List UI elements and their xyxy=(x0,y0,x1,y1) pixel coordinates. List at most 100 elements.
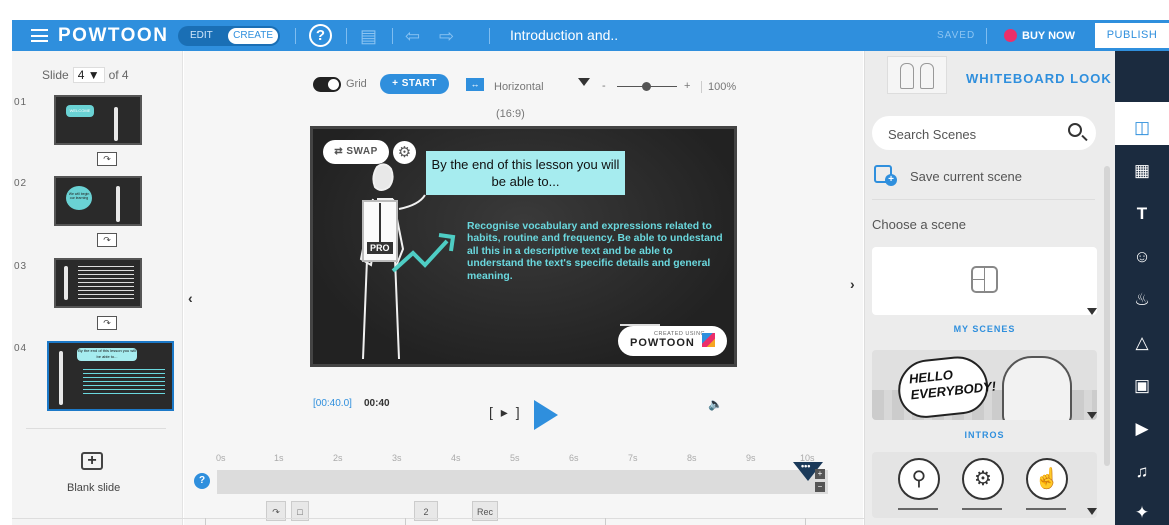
look-selector[interactable]: WHITEBOARD LOOK xyxy=(966,71,1112,86)
undo-icon[interactable]: ⇦ xyxy=(405,26,420,47)
chevron-down-icon[interactable] xyxy=(1087,508,1097,515)
timeline-help-icon[interactable]: ? xyxy=(194,473,210,489)
thumb-text-lines xyxy=(83,369,165,397)
publish-button[interactable]: PUBLISH xyxy=(1095,23,1169,48)
video-icon[interactable]: ▶ xyxy=(1132,419,1152,439)
tick-label: 1s xyxy=(274,453,284,463)
choose-scene-heading: Choose a scene xyxy=(872,217,966,232)
scenes-scrollbar[interactable] xyxy=(1104,166,1110,466)
zoom-in-button[interactable]: + xyxy=(684,80,690,92)
grid-label: Grid xyxy=(346,78,367,90)
grid-toggle[interactable] xyxy=(313,77,341,92)
chevron-down-icon[interactable] xyxy=(1087,308,1097,315)
intros-card[interactable]: HELLO EVERYBODY! xyxy=(872,350,1097,420)
look-thumbnail[interactable] xyxy=(887,56,947,94)
zoom-out-button[interactable]: - xyxy=(602,80,606,92)
divider xyxy=(392,28,393,44)
playhead-menu-icon[interactable]: ••• xyxy=(801,461,810,471)
slide-body-text[interactable]: Recognise vocabulary and expressions rel… xyxy=(467,221,725,283)
save-scene-icon[interactable] xyxy=(874,165,897,186)
slide-label: Slide xyxy=(42,68,69,82)
buy-now-label: BUY NOW xyxy=(1022,30,1075,42)
divider xyxy=(489,28,490,44)
powtoon-flag-icon xyxy=(702,333,715,347)
collapse-right-icon[interactable]: › xyxy=(850,276,855,292)
play-scene-button[interactable]: [ ▸ ] xyxy=(489,404,522,421)
props-icon[interactable]: ♨ xyxy=(1132,290,1152,310)
help-icon[interactable]: ? xyxy=(309,24,332,47)
timeline-zoom-out-button[interactable]: − xyxy=(815,482,825,492)
aspect-ratio: (16:9) xyxy=(496,108,525,120)
slide-select[interactable]: 4 ▼ xyxy=(72,67,105,83)
orientation-icon[interactable]: ↔ xyxy=(466,78,484,91)
divider xyxy=(872,199,1095,200)
gear-icon: ⚙ xyxy=(962,458,1004,500)
timeline-zoom-in-button[interactable]: + xyxy=(815,469,825,479)
scenes-icon[interactable]: ◫ xyxy=(1132,118,1152,138)
my-scenes-icon xyxy=(971,266,998,293)
tick-label: 3s xyxy=(392,453,402,463)
thumb-character xyxy=(116,186,120,222)
slides-panel: Slide 4 ▼ of 4 01 WELCOME ↷ 02 We will beg… xyxy=(12,51,183,525)
divider xyxy=(405,518,406,525)
insert-slide-button[interactable]: ↷ xyxy=(97,233,117,247)
create-mode-button[interactable]: CREATE xyxy=(228,28,278,44)
orientation-label[interactable]: Horizontal xyxy=(494,81,544,93)
edit-create-toggle[interactable]: EDIT CREATE xyxy=(178,26,280,46)
divider xyxy=(986,28,987,44)
gear-icon[interactable]: ⚙ xyxy=(393,141,416,164)
start-button[interactable]: + START xyxy=(380,74,449,94)
play-icon[interactable] xyxy=(534,400,558,430)
redo-icon[interactable]: ⇨ xyxy=(439,26,454,47)
intro-character xyxy=(1002,356,1072,420)
insert-slide-button[interactable]: ↷ xyxy=(97,316,117,330)
presentation-title[interactable]: Introduction and.. xyxy=(510,27,618,43)
insert-slide-button[interactable]: ↷ xyxy=(97,152,117,166)
tick-label: 8s xyxy=(687,453,697,463)
divider xyxy=(805,518,806,525)
slide-thumbnail-2[interactable]: We will begin our learning xyxy=(54,176,142,226)
timeline-track[interactable] xyxy=(217,470,828,494)
thumb-callout: By the end of this lesson you will be ab… xyxy=(77,348,137,361)
swap-label: SWAP xyxy=(346,146,378,157)
zoom-slider-handle[interactable] xyxy=(642,82,651,91)
slide-thumbnail-4-active[interactable]: By the end of this lesson you will be ab… xyxy=(47,341,174,411)
menu-icon[interactable] xyxy=(31,29,48,42)
search-icon[interactable] xyxy=(1068,123,1082,137)
save-current-scene-button[interactable]: Save current scene xyxy=(910,169,1022,184)
transitions-icon[interactable]: ✦ xyxy=(1132,503,1152,523)
saved-status: SAVED xyxy=(937,30,976,41)
tick-label: 7s xyxy=(628,453,638,463)
slide-canvas[interactable]: PRO ⇄ SWAP ⚙ By the end of this lesson y… xyxy=(310,126,737,367)
characters-icon[interactable]: ☺ xyxy=(1132,247,1152,267)
chevron-down-icon[interactable] xyxy=(1087,412,1097,419)
my-scenes-label: MY SCENES xyxy=(953,324,1016,334)
divider xyxy=(346,28,347,44)
current-time: 00:40 xyxy=(364,398,390,409)
volume-icon[interactable]: 🔈 xyxy=(708,397,723,411)
images-icon[interactable]: ▣ xyxy=(1132,376,1152,396)
shapes-icon[interactable]: △ xyxy=(1132,333,1152,353)
orientation-dropdown-icon[interactable] xyxy=(578,78,590,86)
icons-scene-card[interactable]: ⚲ ⚙ ☝ xyxy=(872,452,1097,518)
buy-now-button[interactable]: BUY NOW xyxy=(1004,29,1075,42)
slide-thumbnail-1[interactable]: WELCOME xyxy=(54,95,142,145)
divider xyxy=(12,518,1012,519)
tick-label: 4s xyxy=(451,453,461,463)
swap-button[interactable]: ⇄ SWAP xyxy=(323,140,389,164)
add-blank-slide-button[interactable]: + xyxy=(81,452,103,470)
created-logo: POWTOON xyxy=(630,337,695,349)
edit-mode-button[interactable]: EDIT xyxy=(190,30,213,41)
collapse-left-icon[interactable]: ‹ xyxy=(188,290,193,306)
slide-title-callout[interactable]: By the end of this lesson you will be ab… xyxy=(426,151,625,195)
slide-counter: Slide 4 ▼ of 4 xyxy=(42,67,129,83)
powtoon-logo[interactable]: POWTOON xyxy=(58,25,168,47)
search-scenes-input[interactable]: Search Scenes xyxy=(872,116,1096,150)
top-bar: POWTOON EDIT CREATE ? ▤ ⇦ ⇨ Introduction… xyxy=(12,20,1169,51)
slide-thumbnail-3[interactable] xyxy=(54,258,142,308)
backgrounds-icon[interactable]: ▦ xyxy=(1132,161,1152,181)
text-icon[interactable]: T xyxy=(1132,204,1152,224)
magnifier-icon: ⚲ xyxy=(898,458,940,500)
notes-icon[interactable]: ▤ xyxy=(360,26,377,47)
music-icon[interactable]: ♫ xyxy=(1132,462,1152,482)
